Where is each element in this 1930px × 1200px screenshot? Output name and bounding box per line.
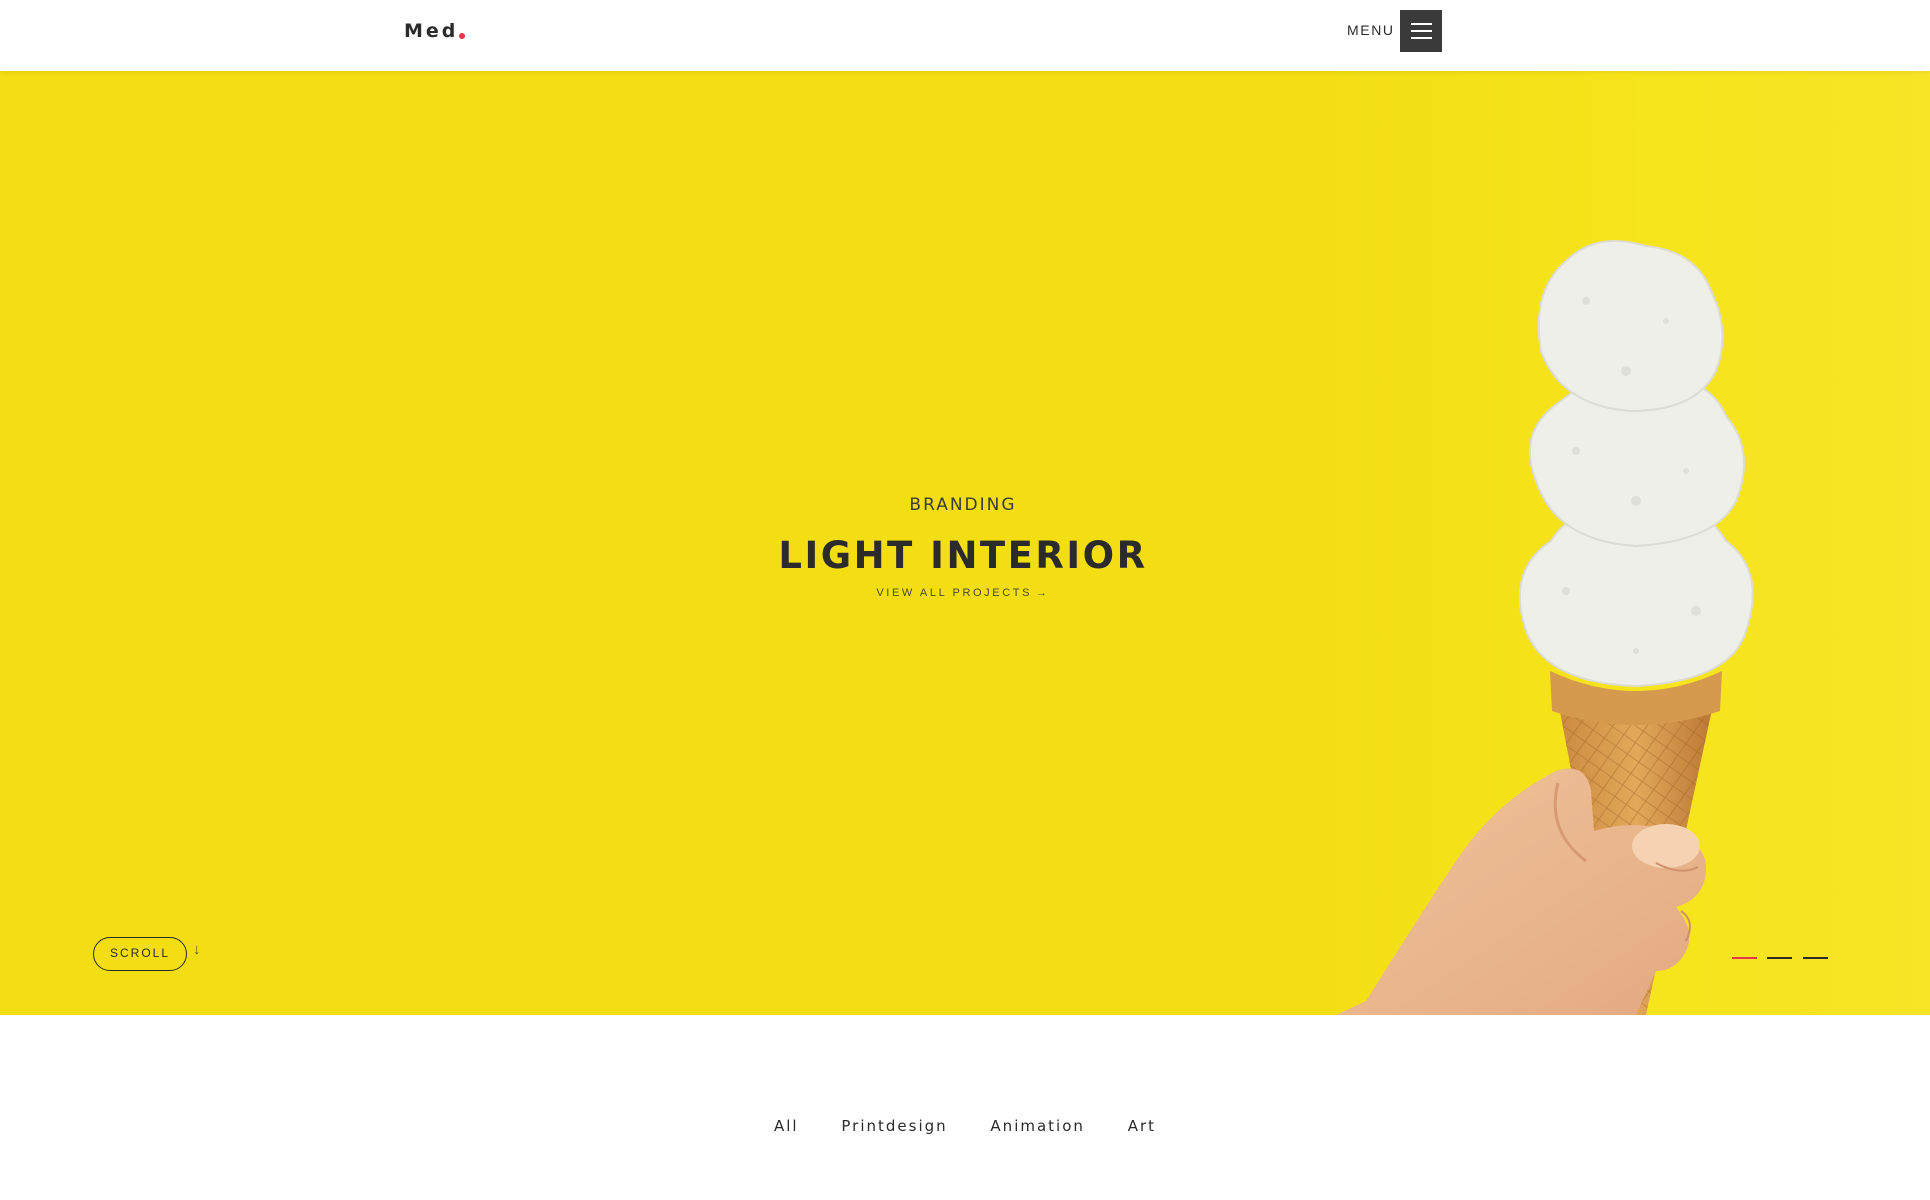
hero-caption: BRANDING LIGHT INTERIOR VIEW ALL PROJECT… [0,495,1926,601]
logo-text: Med [404,20,459,42]
filter-all[interactable]: All [774,1117,799,1135]
logo-dot [459,33,466,39]
hamburger-line [1411,30,1432,32]
slide-indicator-1[interactable] [1732,957,1757,959]
filter-art[interactable]: Art [1128,1117,1156,1135]
site-header: Med MENU [0,0,1930,71]
portfolio-filters: All Printdesign Animation Art [0,1117,1930,1135]
slide-indicator-2[interactable] [1767,957,1792,959]
arrow-right-icon: → [1036,587,1050,599]
scroll-button[interactable]: SCROLL [93,937,187,971]
hero-title: LIGHT INTERIOR [778,534,1148,577]
hero-category: BRANDING [909,495,1017,515]
menu-label[interactable]: MENU [1347,22,1395,38]
arrow-down-icon: ↓ [193,941,201,958]
filter-printdesign[interactable]: Printdesign [841,1117,947,1135]
hamburger-line [1411,37,1432,39]
filter-animation[interactable]: Animation [990,1117,1084,1135]
hamburger-icon[interactable] [1400,10,1442,52]
hamburger-line [1411,23,1432,25]
hero-slider: BRANDING LIGHT INTERIOR VIEW ALL PROJECT… [0,71,1930,1015]
site-logo[interactable]: Med [404,20,466,42]
view-all-projects-label: VIEW ALL PROJECTS [876,587,1033,599]
slide-indicator-3[interactable] [1803,957,1828,959]
view-all-projects-link[interactable]: VIEW ALL PROJECTS → [876,587,1049,599]
